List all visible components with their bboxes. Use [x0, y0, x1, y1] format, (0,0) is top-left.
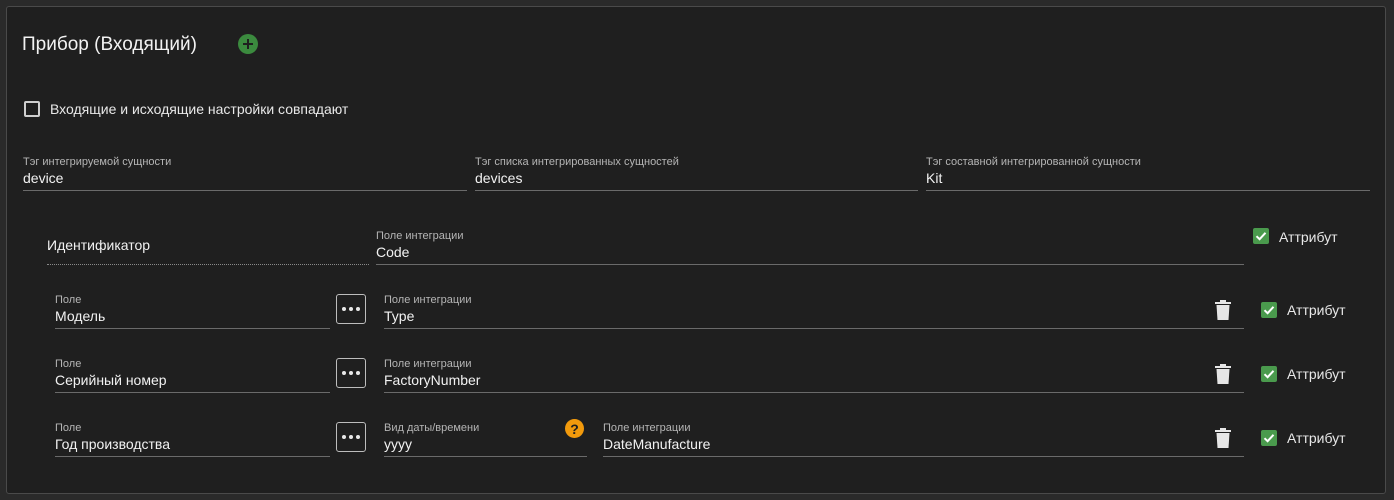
- row-attribute-label: Аттрибут: [1287, 366, 1346, 382]
- datetime-format-value: yyyy: [384, 436, 412, 452]
- row-attribute-checkbox[interactable]: [1261, 430, 1277, 446]
- row-integration-label: Поле интеграции: [384, 294, 472, 306]
- row-field[interactable]: Поле Модель: [55, 294, 330, 329]
- row-integration-label: Поле интеграции: [384, 358, 472, 370]
- identifier-divider: [47, 264, 369, 265]
- add-button[interactable]: [238, 34, 258, 54]
- row-attribute-label: Аттрибут: [1287, 302, 1346, 318]
- help-icon[interactable]: ?: [565, 419, 584, 438]
- row-integration-value: FactoryNumber: [384, 372, 481, 388]
- page-title: Прибор (Входящий): [22, 34, 197, 55]
- ellipsis-icon: [342, 371, 346, 375]
- identifier-integration-label: Поле интеграции: [376, 230, 464, 242]
- trash-icon[interactable]: [1215, 428, 1231, 448]
- row-field-value: Год производства: [55, 436, 170, 452]
- identifier-integration-value: Code: [376, 244, 410, 260]
- row-field-label: Поле: [55, 358, 82, 370]
- row-field-value: Серийный номер: [55, 372, 167, 388]
- datetime-format-field[interactable]: Вид даты/времени yyyy: [384, 422, 587, 457]
- row-attribute-checkbox[interactable]: [1261, 302, 1277, 318]
- same-settings-checkbox[interactable]: [24, 101, 40, 117]
- entity-tag-value: device: [23, 170, 64, 186]
- row-field[interactable]: Поле Год производства: [55, 422, 330, 457]
- select-field-button[interactable]: [336, 294, 366, 324]
- row-integration-field[interactable]: Поле интеграции DateManufacture: [603, 422, 1244, 457]
- trash-icon[interactable]: [1215, 364, 1231, 384]
- entity-list-tag-label: Тэг списка интегрированных сущностей: [475, 156, 679, 168]
- entity-tag-field[interactable]: Тэг интегрируемой сущности device: [23, 156, 467, 191]
- identifier-label: Идентификатор: [47, 237, 151, 253]
- ellipsis-icon: [342, 435, 346, 439]
- identifier-attribute-label: Аттрибут: [1279, 229, 1338, 245]
- row-attribute-label: Аттрибут: [1287, 430, 1346, 446]
- datetime-format-label: Вид даты/времени: [384, 422, 480, 434]
- ellipsis-icon: [342, 307, 346, 311]
- composite-tag-value: Kit: [926, 170, 943, 186]
- row-attribute-checkbox[interactable]: [1261, 366, 1277, 382]
- identifier-attribute-checkbox[interactable]: [1253, 228, 1269, 244]
- row-integration-value: DateManufacture: [603, 436, 711, 452]
- check-icon: [1263, 306, 1275, 315]
- row-field-value: Модель: [55, 308, 106, 324]
- check-icon: [1263, 434, 1275, 443]
- composite-tag-field[interactable]: Тэг составной интегрированной сущности K…: [926, 156, 1370, 191]
- row-field-label: Поле: [55, 294, 82, 306]
- row-integration-field[interactable]: Поле интеграции FactoryNumber: [384, 358, 1244, 393]
- entity-list-tag-value: devices: [475, 170, 523, 186]
- composite-tag-label: Тэг составной интегрированной сущности: [926, 156, 1141, 168]
- entity-tag-label: Тэг интегрируемой сущности: [23, 156, 172, 168]
- select-field-button[interactable]: [336, 422, 366, 452]
- check-icon: [1255, 232, 1267, 241]
- check-icon: [1263, 370, 1275, 379]
- entity-list-tag-field[interactable]: Тэг списка интегрированных сущностей dev…: [475, 156, 918, 191]
- trash-icon[interactable]: [1215, 300, 1231, 320]
- row-integration-field[interactable]: Поле интеграции Type: [384, 294, 1244, 329]
- same-settings-label: Входящие и исходящие настройки совпадают: [50, 101, 349, 117]
- row-field[interactable]: Поле Серийный номер: [55, 358, 330, 393]
- plus-circle-icon: [243, 39, 253, 49]
- identifier-integration-field[interactable]: Поле интеграции Code: [376, 230, 1244, 265]
- select-field-button[interactable]: [336, 358, 366, 388]
- row-integration-value: Type: [384, 308, 415, 324]
- row-integration-label: Поле интеграции: [603, 422, 691, 434]
- row-field-label: Поле: [55, 422, 82, 434]
